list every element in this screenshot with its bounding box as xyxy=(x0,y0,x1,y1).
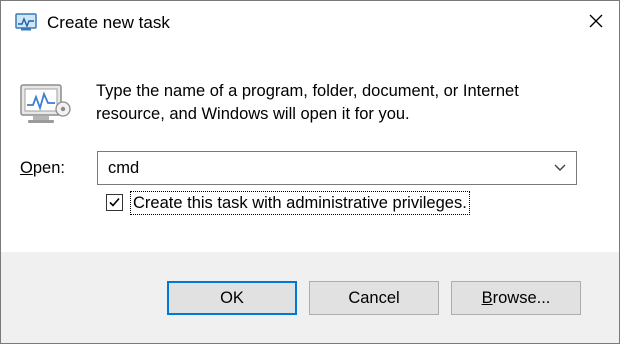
browse-accelerator: B xyxy=(481,289,493,307)
open-label-text: pen: xyxy=(32,159,65,177)
chevron-down-icon xyxy=(554,159,566,177)
window-title: Create new task xyxy=(47,13,170,32)
title-bar[interactable]: Create new task xyxy=(1,1,619,45)
instruction-line-1: Type the name of a program, folder, docu… xyxy=(96,82,519,100)
close-icon xyxy=(588,13,604,34)
browse-label: rowse... xyxy=(492,289,551,307)
instruction-line-2: resource, and Windows will open it for y… xyxy=(96,105,410,123)
run-program-icon xyxy=(19,79,73,127)
open-label: Open: xyxy=(20,159,65,178)
dropdown-button[interactable] xyxy=(544,152,576,184)
button-bar: OK Cancel Browse... xyxy=(1,252,619,343)
open-combobox[interactable]: cmd xyxy=(97,151,577,185)
ok-button[interactable]: OK xyxy=(167,281,297,315)
open-input[interactable]: cmd xyxy=(108,152,139,184)
browse-button[interactable]: Browse... xyxy=(451,281,581,315)
admin-privileges-label[interactable]: Create this task with administrative pri… xyxy=(130,191,470,215)
cancel-button[interactable]: Cancel xyxy=(309,281,439,315)
open-label-accelerator: O xyxy=(20,159,33,177)
task-manager-icon xyxy=(15,13,37,31)
create-new-task-dialog: Create new task Type the name of a progr… xyxy=(0,0,620,344)
checkmark-icon xyxy=(109,197,120,207)
instruction-text: Type the name of a program, folder, docu… xyxy=(96,80,596,126)
admin-privileges-checkbox[interactable] xyxy=(106,194,123,211)
close-button[interactable] xyxy=(573,1,619,45)
